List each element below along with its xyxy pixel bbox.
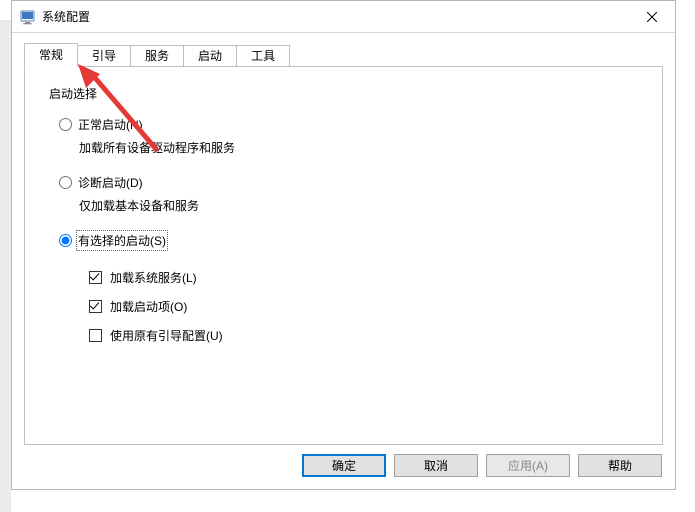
radio-diagnostic-startup[interactable]: 诊断启动(D): [59, 174, 638, 191]
window-title: 系统配置: [42, 8, 90, 25]
msconfig-dialog: 系统配置 常规 引导 服务 启动 工具 启动选择 正常启动(N) 加载所有设备驱…: [11, 0, 676, 490]
checkbox-load-services-label: 加载系统服务(L): [110, 269, 197, 286]
tab-startup[interactable]: 启动: [183, 45, 237, 67]
background-strip: [0, 20, 11, 512]
msconfig-icon: [20, 9, 36, 25]
radio-normal-desc: 加载所有设备驱动程序和服务: [79, 139, 638, 156]
startup-selection-label: 启动选择: [49, 85, 638, 102]
apply-button: 应用(A): [486, 454, 570, 477]
checkbox-load-services[interactable]: 加载系统服务(L): [89, 269, 638, 286]
checkbox-original-boot-label: 使用原有引导配置(U): [110, 327, 223, 344]
tab-tools[interactable]: 工具: [236, 45, 290, 67]
radio-diagnostic-label: 诊断启动(D): [78, 174, 143, 191]
radio-normal-startup[interactable]: 正常启动(N): [59, 116, 638, 133]
radio-selective-label: 有选择的启动(S): [78, 232, 166, 249]
radio-normal-input[interactable]: [59, 118, 72, 131]
checkbox-load-startup[interactable]: 加载启动项(O): [89, 298, 638, 315]
checkbox-load-startup-box[interactable]: [89, 300, 102, 313]
titlebar: 系统配置: [12, 1, 675, 33]
tab-boot[interactable]: 引导: [77, 45, 131, 67]
radio-normal-label: 正常启动(N): [78, 116, 143, 133]
radio-selective-input[interactable]: [59, 234, 72, 247]
close-button[interactable]: [629, 1, 675, 32]
radio-diagnostic-input[interactable]: [59, 176, 72, 189]
radio-diagnostic-desc: 仅加载基本设备和服务: [79, 197, 638, 214]
checkbox-load-startup-label: 加载启动项(O): [110, 298, 187, 315]
tab-services[interactable]: 服务: [130, 45, 184, 67]
checkbox-original-boot-box[interactable]: [89, 329, 102, 342]
tab-strip: 常规 引导 服务 启动 工具: [24, 43, 663, 67]
ok-button[interactable]: 确定: [302, 454, 386, 477]
checkbox-original-boot[interactable]: 使用原有引导配置(U): [89, 327, 638, 344]
radio-selective-startup[interactable]: 有选择的启动(S): [59, 232, 638, 249]
checkbox-load-services-box[interactable]: [89, 271, 102, 284]
help-button[interactable]: 帮助: [578, 454, 662, 477]
tab-general[interactable]: 常规: [24, 43, 78, 67]
tab-content-general: 启动选择 正常启动(N) 加载所有设备驱动程序和服务 诊断启动(D) 仅加载基本…: [24, 67, 663, 445]
cancel-button[interactable]: 取消: [394, 454, 478, 477]
dialog-buttons: 确定 取消 应用(A) 帮助: [302, 454, 662, 477]
